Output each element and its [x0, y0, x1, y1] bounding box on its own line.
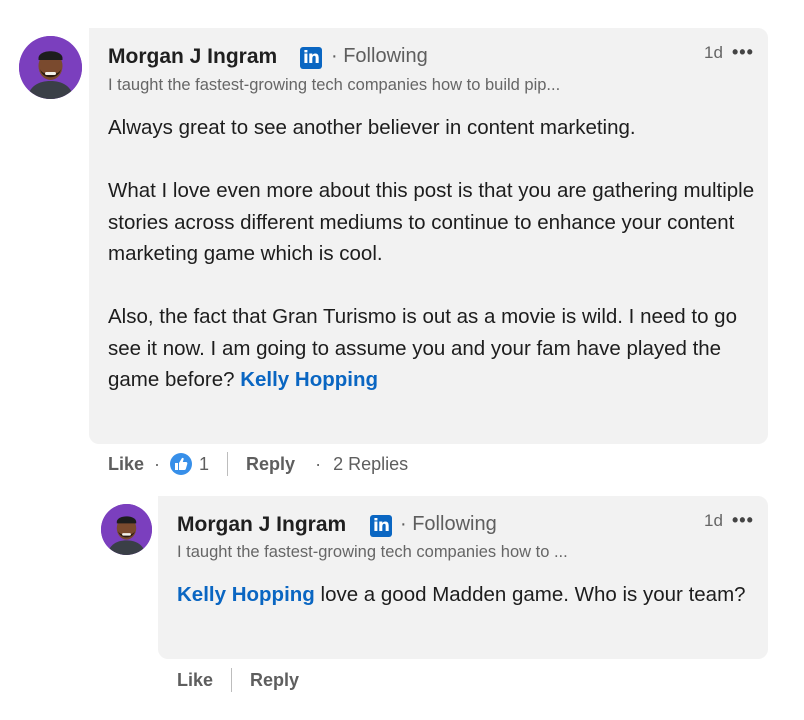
separator-dot: ·	[154, 453, 161, 474]
replies-count-link[interactable]: 2 Replies	[333, 454, 408, 475]
reply-avatar[interactable]	[101, 504, 152, 555]
reply-paragraph: Kelly Hopping love a good Madden game. W…	[177, 579, 747, 611]
more-options-icon[interactable]: •••	[732, 42, 754, 63]
action-divider	[227, 452, 229, 476]
like-reaction-icon[interactable]	[170, 453, 193, 475]
following-status: · Following	[400, 513, 497, 535]
reply-button[interactable]: Reply	[246, 454, 295, 475]
comment-paragraph-3: Also, the fact that Gran Turismo is out …	[108, 301, 758, 396]
comment-body: Always great to see another believer in …	[108, 112, 758, 396]
linkedin-badge-icon: in	[370, 515, 392, 537]
reply-author-headline: I taught the fastest-growing tech compan…	[177, 543, 568, 561]
author-headline: I taught the fastest-growing tech compan…	[108, 76, 561, 94]
reply-reply-button[interactable]: Reply	[250, 670, 299, 691]
mention-link[interactable]: Kelly Hopping	[177, 583, 315, 606]
comment-paragraph-2: What I love even more about this post is…	[108, 179, 755, 265]
comment-paragraph-3-text: Also, the fact that Gran Turismo is out …	[108, 305, 737, 391]
action-divider	[231, 668, 233, 692]
avatar[interactable]	[19, 36, 82, 99]
reply-timestamp: 1d	[704, 511, 723, 530]
reply-author-name[interactable]: Morgan J Ingram	[177, 513, 346, 537]
linkedin-badge-icon: in	[300, 47, 322, 69]
comment-actions: Like · 1 Reply · 2 Replies	[108, 449, 408, 479]
mention-link[interactable]: Kelly Hopping	[240, 368, 378, 391]
like-button[interactable]: Like	[108, 454, 144, 475]
comment-paragraph-1: Always great to see another believer in …	[108, 116, 636, 139]
separator-dot: ·	[315, 453, 322, 474]
more-options-icon[interactable]: •••	[732, 510, 754, 531]
reply-body: Kelly Hopping love a good Madden game. W…	[177, 579, 747, 611]
reply-text: love a good Madden game. Who is your tea…	[314, 583, 746, 606]
comment-author-name[interactable]: Morgan J Ingram	[108, 45, 277, 69]
reply-actions: Like Reply	[177, 665, 299, 695]
reaction-count[interactable]: 1	[199, 454, 209, 475]
comment-timestamp: 1d	[704, 43, 723, 62]
following-status: · Following	[331, 45, 428, 67]
reply-like-button[interactable]: Like	[177, 670, 213, 691]
